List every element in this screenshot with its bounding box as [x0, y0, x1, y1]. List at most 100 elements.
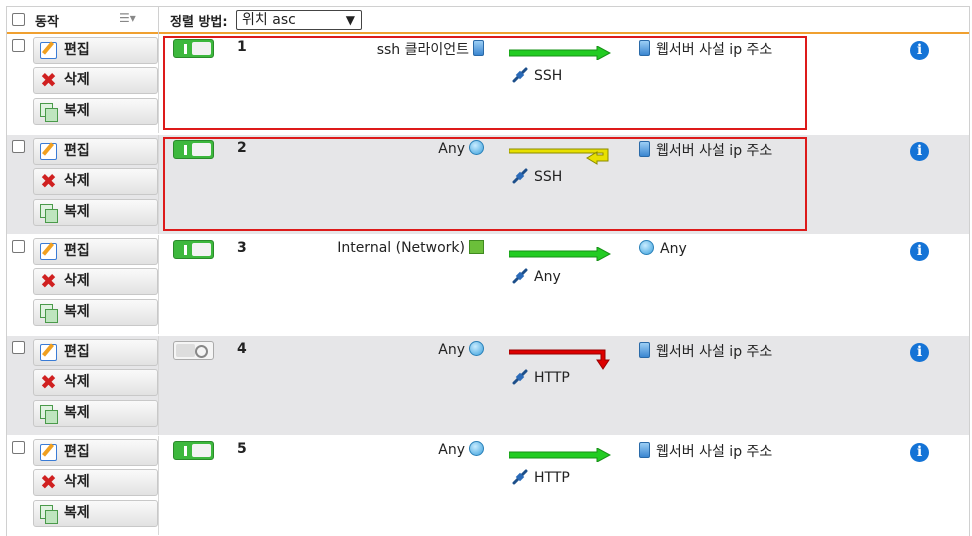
copy-button[interactable]: 복제 [33, 199, 158, 226]
rule-destination[interactable]: Any [639, 240, 687, 257]
copy-button-label: 복제 [64, 304, 90, 320]
rule-enabled-toggle[interactable] [173, 341, 214, 360]
globe-icon [639, 240, 654, 255]
rule-source-label: Any [438, 342, 465, 358]
rule-row: 편집 ✖ 삭제 복제 3 Internal (Network) Any Any i [7, 235, 969, 335]
rule-checkbox[interactable] [12, 39, 25, 52]
delete-button-label: 삭제 [64, 374, 90, 390]
rule-position: 4 [237, 341, 247, 357]
rule-checkbox[interactable] [12, 140, 25, 153]
rule-row: 편집 ✖ 삭제 복제 1 ssh 클라이언트 SSH 웹서버 사설 ip 주소 i [7, 34, 969, 134]
rule-enabled-toggle[interactable] [173, 240, 214, 259]
delete-button-label: 삭제 [64, 173, 90, 189]
info-icon[interactable]: i [910, 142, 929, 161]
rule-actions: 편집 ✖ 삭제 복제 [7, 34, 159, 133]
edit-button[interactable]: 편집 [33, 439, 158, 466]
action-allow-arrow-icon [509, 448, 611, 462]
delete-button[interactable]: ✖ 삭제 [33, 369, 158, 396]
rule-destination-label: Any [660, 241, 687, 257]
info-icon[interactable]: i [910, 343, 929, 362]
rule-position: 3 [237, 240, 247, 256]
info-icon[interactable]: i [910, 443, 929, 462]
edit-button-label: 편집 [64, 143, 90, 159]
rule-row: 편집 ✖ 삭제 복제 4 Any HTTP 웹서버 사설 ip 주소 i [7, 336, 969, 436]
delete-button[interactable]: ✖ 삭제 [33, 469, 158, 496]
rules-table: 동작 ☰▾ 정렬 방법: 위치 asc ▼ 편집 ✖ 삭제 복제 1 ssh 클라… [6, 6, 970, 536]
network-flag-icon [469, 240, 484, 254]
chevron-down-icon: ▼ [345, 13, 356, 27]
globe-icon [469, 441, 484, 456]
rule-actions: 편집 ✖ 삭제 복제 [7, 336, 159, 435]
sort-label: 정렬 방법: [170, 14, 228, 30]
delete-x-icon: ✖ [40, 470, 57, 494]
rule-destination[interactable]: 웹서버 사설 ip 주소 [639, 441, 772, 461]
rule-actions: 편집 ✖ 삭제 복제 [7, 436, 159, 535]
action-allow-arrow-icon [509, 247, 611, 261]
sort-select-value: 위치 asc [242, 12, 296, 28]
rule-service[interactable]: Any [512, 268, 561, 285]
delete-button[interactable]: ✖ 삭제 [33, 67, 158, 94]
plug-icon [512, 469, 528, 485]
copy-icon [40, 204, 58, 223]
sort-select[interactable]: 위치 asc ▼ [236, 10, 363, 30]
copy-icon [40, 304, 58, 323]
rule-destination-label: 웹서버 사설 ip 주소 [656, 444, 773, 460]
rule-source-label: Internal (Network) [337, 240, 465, 256]
highlight-box [163, 137, 807, 231]
edit-icon [40, 42, 57, 59]
copy-icon [40, 505, 58, 524]
plug-icon [512, 369, 528, 385]
rule-checkbox[interactable] [12, 240, 25, 253]
rule-checkbox[interactable] [12, 341, 25, 354]
copy-button[interactable]: 복제 [33, 299, 158, 326]
action-deny-arrow-icon [509, 349, 610, 370]
edit-icon [40, 243, 57, 260]
rule-row: 편집 ✖ 삭제 복제 5 Any HTTP 웹서버 사설 ip 주소 i [7, 436, 969, 536]
rule-enabled-toggle[interactable] [173, 441, 214, 460]
delete-x-icon: ✖ [40, 68, 57, 92]
info-icon[interactable]: i [910, 41, 929, 60]
edit-icon [40, 143, 57, 160]
rule-service-label: Any [534, 269, 561, 285]
sort-control: 정렬 방법: 위치 asc ▼ [170, 10, 363, 30]
edit-button-label: 편집 [64, 444, 90, 460]
copy-button[interactable]: 복제 [33, 400, 158, 427]
rule-source[interactable]: Internal (Network) [337, 240, 484, 256]
rule-service[interactable]: HTTP [512, 369, 570, 386]
copy-button-label: 복제 [64, 204, 90, 220]
rule-destination-label: 웹서버 사설 ip 주소 [656, 344, 773, 360]
edit-button[interactable]: 편집 [33, 339, 158, 366]
select-all-checkbox[interactable] [12, 13, 25, 26]
copy-icon [40, 405, 58, 424]
copy-button-label: 복제 [64, 405, 90, 421]
rule-position: 5 [237, 441, 247, 457]
rule-actions: 편집 ✖ 삭제 복제 [7, 235, 159, 334]
column-menu-icon[interactable]: ☰▾ [119, 11, 136, 25]
rule-checkbox[interactable] [12, 441, 25, 454]
edit-button[interactable]: 편집 [33, 138, 158, 165]
delete-x-icon: ✖ [40, 269, 57, 293]
copy-button-label: 복제 [64, 505, 90, 521]
rule-actions: 편집 ✖ 삭제 복제 [7, 135, 159, 234]
delete-button[interactable]: ✖ 삭제 [33, 168, 158, 195]
table-header: 동작 ☰▾ 정렬 방법: 위치 asc ▼ [7, 7, 969, 34]
delete-button[interactable]: ✖ 삭제 [33, 268, 158, 295]
delete-button-label: 삭제 [64, 474, 90, 490]
plug-icon [512, 268, 528, 284]
server-icon [639, 442, 650, 458]
rule-service[interactable]: HTTP [512, 469, 570, 486]
action-column-title: 동작 [35, 15, 59, 30]
rule-service-label: HTTP [534, 370, 570, 386]
edit-button-label: 편집 [64, 243, 90, 259]
copy-button[interactable]: 복제 [33, 98, 158, 125]
edit-button[interactable]: 편집 [33, 37, 158, 64]
rule-destination[interactable]: 웹서버 사설 ip 주소 [639, 341, 772, 361]
copy-icon [40, 103, 58, 122]
rule-source[interactable]: Any [438, 441, 484, 458]
info-icon[interactable]: i [910, 242, 929, 261]
edit-button-label: 편집 [64, 42, 90, 58]
copy-button[interactable]: 복제 [33, 500, 158, 527]
rule-source[interactable]: Any [438, 341, 484, 358]
edit-button[interactable]: 편집 [33, 238, 158, 265]
delete-x-icon: ✖ [40, 370, 57, 394]
